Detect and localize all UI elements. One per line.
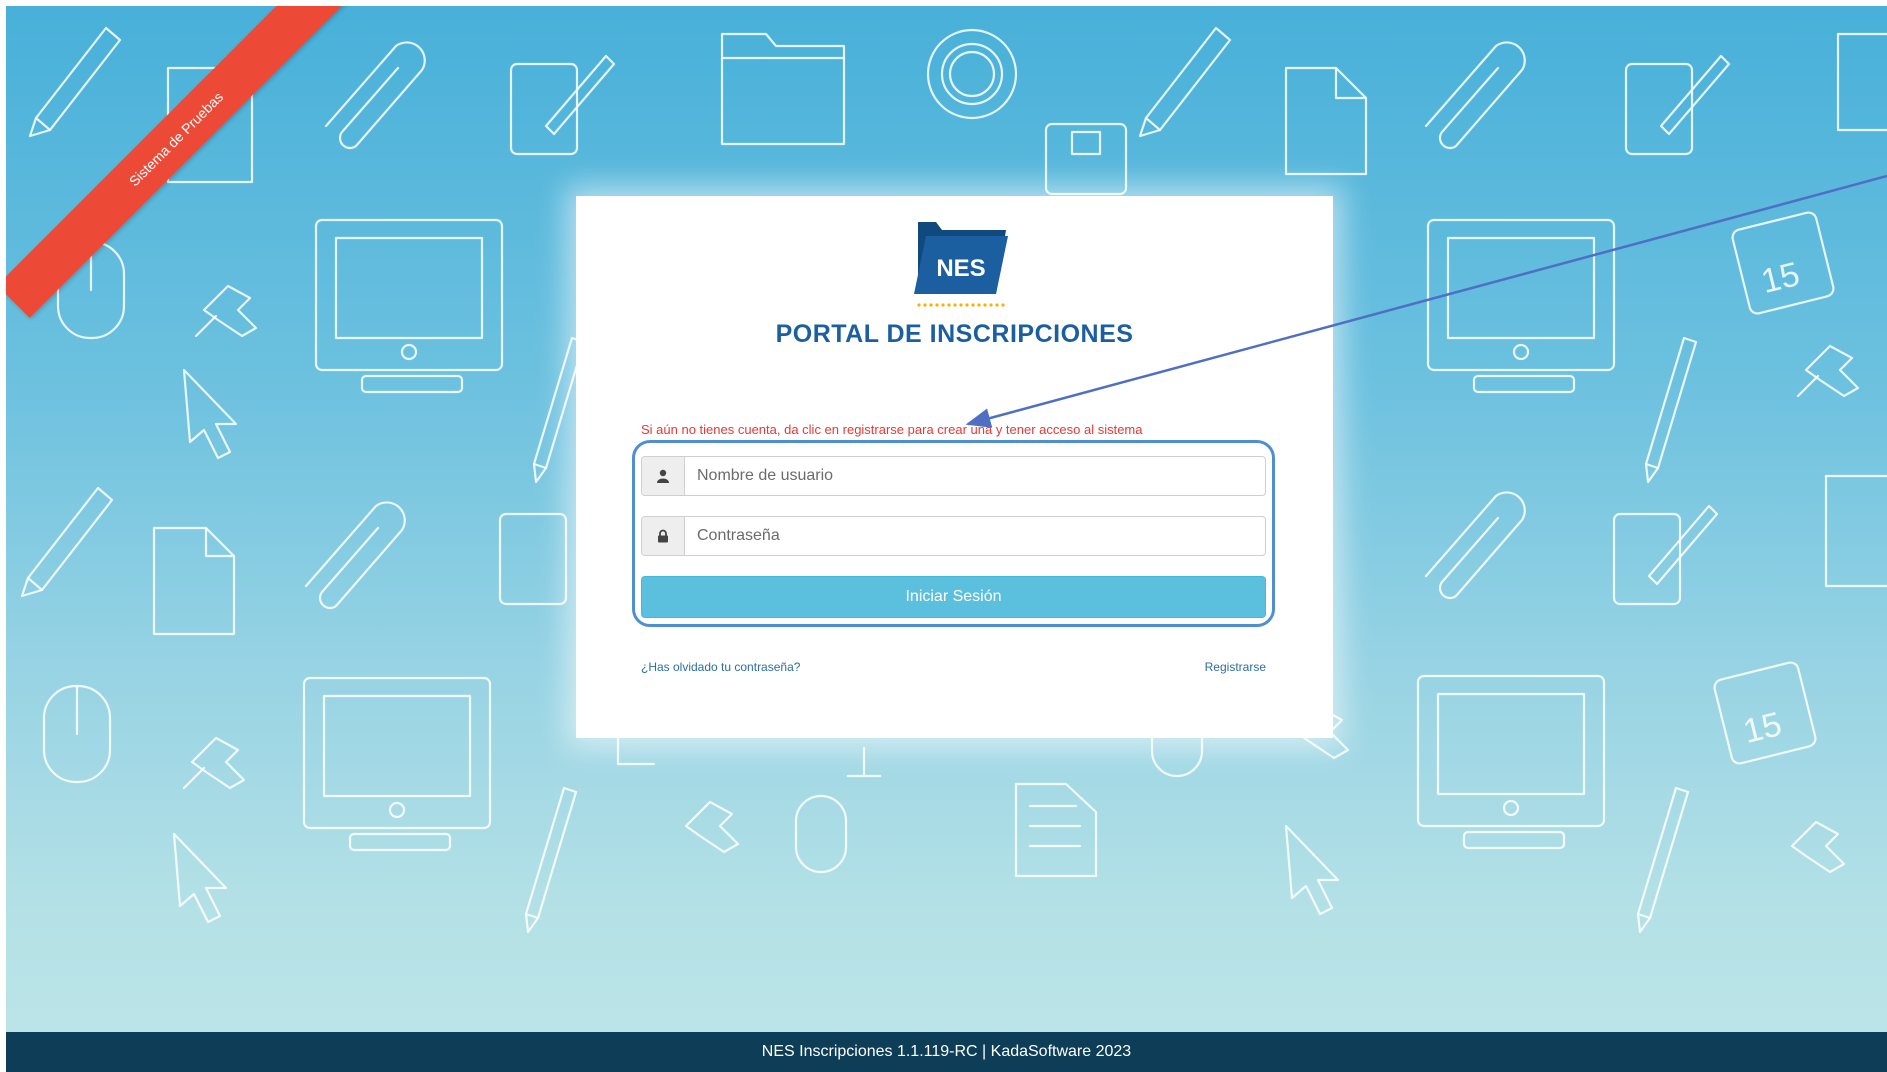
floppy-doodle [1044, 122, 1128, 196]
logo-text: NES [936, 255, 985, 282]
forgot-password-link[interactable]: ¿Has olvidado tu contraseña? [641, 660, 800, 674]
user-icon [642, 457, 685, 495]
calendar-day-text: 15 [1758, 255, 1804, 301]
folder-logo-icon: NES [914, 222, 1008, 294]
footer-bar: NES Inscripciones 1.1.119-RC | KadaSoftw… [6, 1032, 1887, 1072]
login-card: NES PORTAL DE INSCRIPCIONES Si aún no ti… [576, 196, 1333, 738]
password-field [641, 516, 1266, 556]
calendar-day-text: 15 [1740, 705, 1786, 751]
page-background: 15 15 Sistema de Pruebas NES PORTAL DE I… [6, 6, 1887, 1072]
register-link[interactable]: Registrarse [1205, 660, 1266, 674]
username-input[interactable] [685, 457, 1265, 495]
username-field [641, 456, 1266, 496]
gear-doodle [926, 28, 1018, 120]
lock-icon [642, 517, 685, 555]
logo-dots [917, 303, 1005, 307]
login-button[interactable]: Iniciar Sesión [641, 576, 1266, 618]
portal-title: PORTAL DE INSCRIPCIONES [775, 320, 1134, 348]
password-input[interactable] [685, 517, 1265, 555]
register-info-text: Si aún no tienes cuenta, da clic en regi… [641, 422, 1143, 437]
calendar-doodle: 15 15 [1713, 211, 1835, 765]
